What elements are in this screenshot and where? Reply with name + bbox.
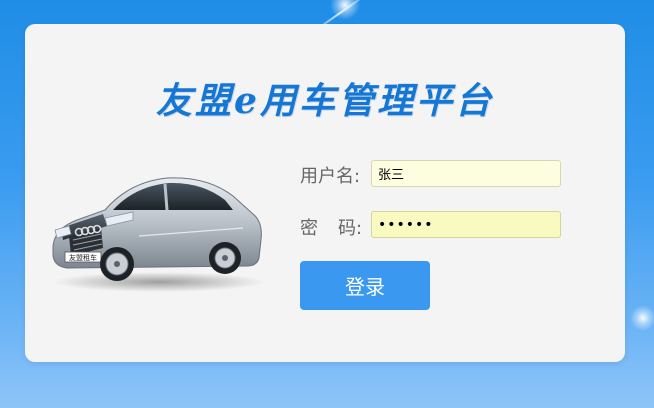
license-plate: 友盟租车	[69, 253, 97, 262]
page-title: 友盟e用车管理平台	[156, 80, 494, 122]
car-image: 友盟租车	[52, 177, 265, 292]
login-card: 友盟e用车管理平台 友盟租车 用户名: 张三 密 码: 登录	[25, 24, 625, 362]
login-button[interactable]: 登录	[300, 261, 430, 310]
password-label-right: 码:	[338, 218, 363, 239]
password-label-left: 密	[300, 218, 318, 239]
password-label: 密码:	[300, 214, 362, 240]
username-label: 用户名:	[300, 166, 361, 187]
username-input[interactable]	[371, 160, 561, 187]
background-sparkle	[630, 305, 654, 331]
password-input[interactable]	[371, 211, 561, 238]
